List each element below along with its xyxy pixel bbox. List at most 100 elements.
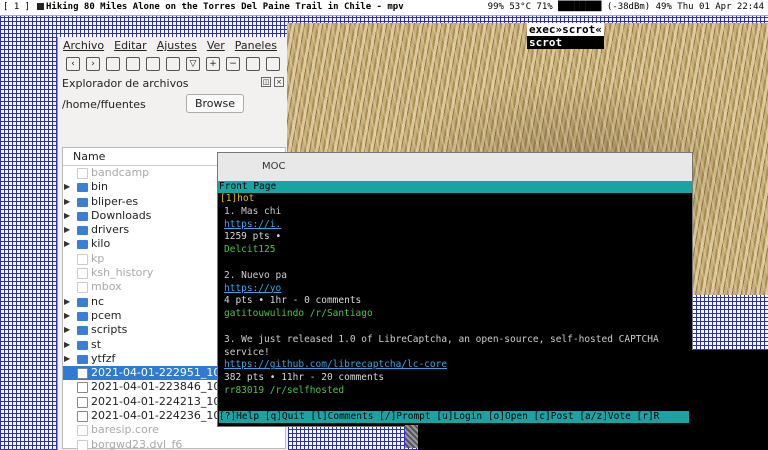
folder-icon <box>77 240 88 250</box>
file-name: kp <box>91 251 105 265</box>
menu-bar: ArchivoEditarAjustesVerPanelesHe <box>58 37 288 54</box>
filter-icon[interactable]: ▽ <box>186 57 200 71</box>
file-name: borgwd23.dvl_f6 <box>91 437 183 450</box>
terminal-row: rr83019 /r/selfhosted <box>218 385 692 398</box>
file-icon <box>77 439 88 450</box>
folder-icon <box>77 297 88 307</box>
front-page-bar: Front Page <box>218 181 692 193</box>
terminal-title: MOC <box>218 153 692 181</box>
expand-arrow-icon[interactable]: ▶ <box>64 323 70 337</box>
expand-arrow-icon[interactable]: ▶ <box>64 195 70 209</box>
expand-arrow-icon[interactable]: ▶ <box>64 223 70 237</box>
terminal-row: Delcit125 <box>218 244 692 257</box>
system-status: 99% 53°C 71% ████████ (-38dBm) 49% Thu 0… <box>487 2 764 12</box>
window-title-text: Hiking 80 Miles Alone on the Torres Del … <box>46 2 404 12</box>
help-bar: [?]Help [q]Quit [l]Comments [/]Prompt [u… <box>219 411 689 423</box>
terminal-row <box>218 257 692 270</box>
file-icon <box>77 168 88 179</box>
terminal-row: service! <box>218 347 692 360</box>
osd-command-line: scrot <box>529 36 563 49</box>
expand-arrow-icon[interactable]: ▶ <box>64 352 70 366</box>
expand-arrow-icon[interactable]: ▶ <box>64 309 70 323</box>
terminal-row: 382 pts • 11hr - 20 comments <box>218 372 692 385</box>
float-panel-icon[interactable]: ◫ <box>261 77 271 87</box>
forward-icon[interactable]: › <box>86 57 100 71</box>
folder-alt-icon[interactable] <box>126 57 140 71</box>
file-name: bandcamp <box>91 166 150 179</box>
file-name: mbox <box>91 280 122 294</box>
file-icon <box>77 411 88 423</box>
file-icon <box>77 425 88 437</box>
zoom-in-icon[interactable]: + <box>206 57 220 71</box>
file-name: scripts <box>91 323 128 337</box>
top-status-bar: [ 1 ] Hiking 80 Miles Alone on the Torre… <box>0 0 768 16</box>
mpv-icon <box>37 3 44 10</box>
file-name: st <box>91 337 102 351</box>
file-name: ksh_history <box>91 266 154 280</box>
active-window-title: Hiking 80 Miles Alone on the Torres Del … <box>37 0 404 15</box>
close-panel-icon[interactable]: × <box>274 77 284 87</box>
expand-arrow-icon[interactable]: ▶ <box>64 180 70 194</box>
terminal-line[interactable]: https://yo <box>224 283 281 294</box>
file-name: nc <box>91 294 105 308</box>
terminal-row: https://yo <box>218 283 692 296</box>
file-icon <box>77 382 88 394</box>
terminal-line: 382 pts • 11hr - 20 comments <box>224 372 385 384</box>
file-name: pcem <box>91 308 122 322</box>
section-label: [1]hot <box>220 193 255 204</box>
menu-item[interactable]: Ver <box>207 39 225 52</box>
folder-icon[interactable] <box>106 57 120 71</box>
folder-icon <box>77 354 88 364</box>
expand-arrow-icon[interactable]: ▶ <box>64 209 70 223</box>
expand-arrow-icon[interactable]: ▶ <box>64 338 70 352</box>
file-explorer-panel-header: Explorador de archivos ◫ × <box>58 74 288 92</box>
folder-icon <box>77 211 88 221</box>
browse-button[interactable]: Browse <box>186 94 244 113</box>
folder-icon <box>77 311 88 321</box>
exec-osd: exec»scrot« scrot <box>527 23 604 49</box>
menu-item[interactable]: Editar <box>114 39 147 52</box>
current-path: /home/ffuentes <box>62 97 146 111</box>
terminal-row: 1. Mas chi <box>218 206 692 219</box>
back-icon[interactable]: ‹ <box>66 57 80 71</box>
panel-title: Explorador de archivos <box>62 76 189 90</box>
file-row[interactable]: borgwd23.dvl_f6 <box>63 438 285 450</box>
terminal-window[interactable]: MOC Front Page [1]hot 1. Mas chi https://… <box>217 152 693 427</box>
resize-grip[interactable] <box>405 425 418 448</box>
terminal-line: Delcit125 <box>224 244 276 256</box>
trash-icon[interactable] <box>166 57 180 71</box>
terminal-line: 4 pts • 1hr - 0 comments <box>224 295 362 307</box>
folder-icon <box>77 340 88 350</box>
terminal-line: 1259 pts • <box>224 231 282 243</box>
file-icon <box>77 253 88 265</box>
black-region-bottom <box>418 425 768 450</box>
terminal-row: https://github.com/librecaptcha/lc-core <box>218 359 692 372</box>
terminal-row: 1259 pts • <box>218 231 692 244</box>
file-name: Downloads <box>91 208 152 222</box>
save-icon[interactable] <box>146 57 160 71</box>
osd-exec-line: exec»scrot« <box>527 23 604 36</box>
folder-icon <box>77 197 88 207</box>
paste-icon[interactable] <box>266 57 280 71</box>
file-name: drivers <box>91 223 130 237</box>
menu-item[interactable]: Ajustes <box>157 39 197 52</box>
zoom-out-icon[interactable]: − <box>226 57 240 71</box>
terminal-row: gatitouwulindo /r/Santiago <box>218 308 692 321</box>
terminal-line[interactable]: https://github.com/librecaptcha/lc-core <box>224 359 447 370</box>
expand-arrow-icon[interactable]: ▶ <box>64 237 70 251</box>
terminal-row: 2. Nuevo pa <box>218 270 692 283</box>
terminal-row: 4 pts • 1hr - 0 comments <box>218 295 692 308</box>
file-icon <box>77 282 88 294</box>
menu-item[interactable]: Archivo <box>63 39 104 52</box>
file-name: kilo <box>91 237 111 251</box>
expand-arrow-icon[interactable]: ▶ <box>64 295 70 309</box>
file-name: baresip.core <box>91 423 159 437</box>
terminal-line[interactable]: https://i. <box>224 219 281 230</box>
terminal-row <box>218 321 692 334</box>
terminal-row: 3. We just released 1.0 of LibreCaptcha,… <box>218 334 692 347</box>
file-name: bliper-es <box>91 194 139 208</box>
terminal-line: rr83019 /r/selfhosted <box>224 384 345 396</box>
copy-icon[interactable] <box>246 57 260 71</box>
menu-item[interactable]: Paneles <box>235 39 277 52</box>
workspace-indicator[interactable]: [ 1 ] <box>3 0 30 15</box>
